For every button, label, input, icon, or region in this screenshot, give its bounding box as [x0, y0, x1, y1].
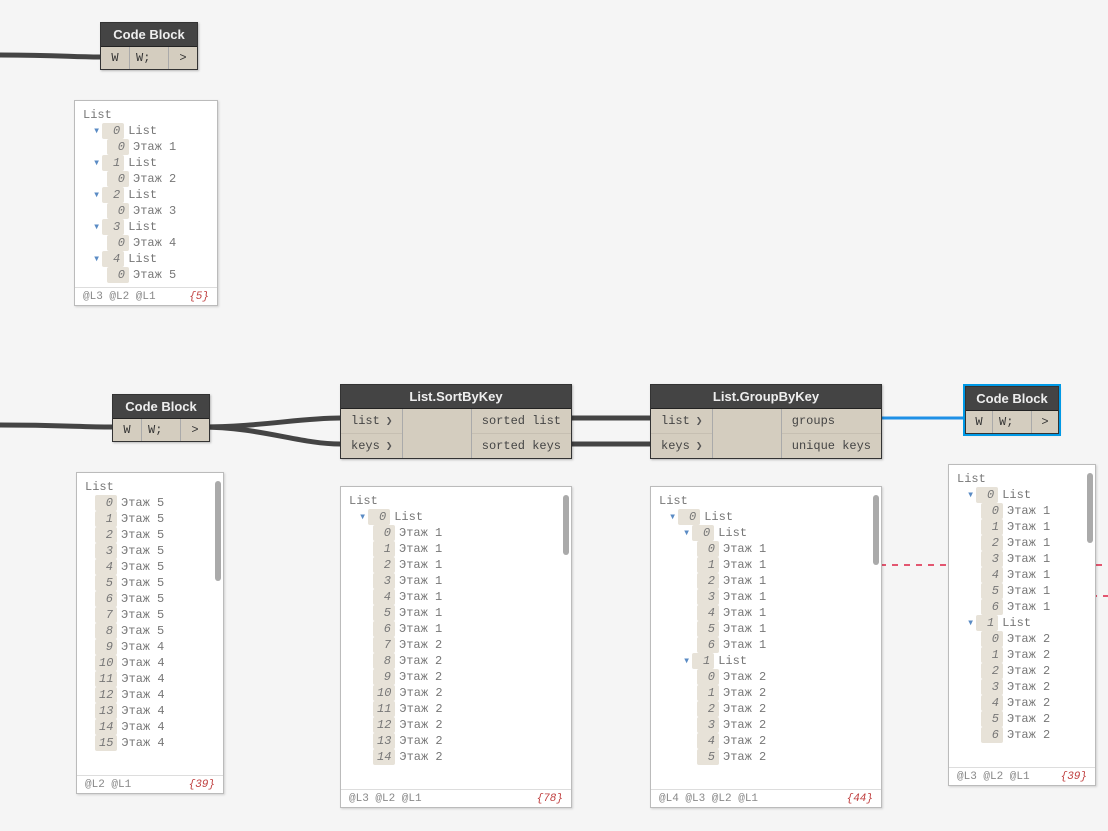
cb-input-port[interactable]: W [966, 411, 993, 433]
chevron-right-icon: ❯ [696, 439, 703, 453]
list-sortbykey-node[interactable]: List.SortByKey list ❯ keys ❯ sorted list… [340, 384, 572, 459]
input-port-list[interactable]: list ❯ [651, 409, 712, 434]
cb-input-port[interactable]: W [101, 47, 130, 69]
lacing-levels: @L3 @L2 @L1 [83, 291, 156, 303]
preview-panel-2: List 0Этаж 51Этаж 52Этаж 53Этаж 54Этаж 5… [76, 472, 224, 794]
lacing-levels: @L2 @L1 [85, 779, 131, 791]
output-port-groups[interactable]: groups [782, 409, 881, 434]
preview-panel-5: List ▾0List0Этаж 11Этаж 12Этаж 13Этаж 14… [948, 464, 1096, 786]
cb-code-text[interactable]: W; [130, 47, 169, 69]
preview-panel-4: List ▾0List ▾0List0Этаж 11Этаж 12Этаж 13… [650, 486, 882, 808]
input-port-keys[interactable]: keys ❯ [651, 434, 712, 458]
code-block-node-1[interactable]: Code Block W W; > [100, 22, 198, 70]
scrollbar-thumb[interactable] [215, 481, 221, 581]
chevron-right-icon: ❯ [696, 414, 703, 428]
lacing-levels: @L3 @L2 @L1 [957, 771, 1030, 783]
node-title: List.SortByKey [341, 385, 571, 409]
output-port-unique-keys[interactable]: unique keys [782, 434, 881, 458]
input-port-list[interactable]: list ❯ [341, 409, 402, 434]
cb-input-port[interactable]: W [113, 419, 142, 441]
lacing-levels: @L3 @L2 @L1 [349, 793, 422, 805]
item-count: {5} [189, 291, 209, 303]
node-title: Code Block [101, 23, 197, 47]
lacing-levels: @L4 @L3 @L2 @L1 [659, 793, 758, 805]
chevron-right-icon: ❯ [386, 439, 393, 453]
cb-output-port[interactable]: > [1032, 411, 1058, 433]
node-title: Code Block [966, 387, 1058, 411]
item-count: {44} [847, 793, 873, 805]
scrollbar-thumb[interactable] [873, 495, 879, 565]
cb-code-text[interactable]: W; [993, 411, 1032, 433]
preview-panel-1: List ▾0List0Этаж 1▾1List0Этаж 2▾2List0Эт… [74, 100, 218, 306]
cb-code-text[interactable]: W; [142, 419, 181, 441]
cb-output-port[interactable]: > [181, 419, 209, 441]
output-port-sorted-keys[interactable]: sorted keys [472, 434, 571, 458]
preview-panel-3: List ▾0List 0Этаж 11Этаж 12Этаж 13Этаж 1… [340, 486, 572, 808]
item-count: {78} [537, 793, 563, 805]
chevron-right-icon: ❯ [386, 414, 393, 428]
output-port-sorted-list[interactable]: sorted list [472, 409, 571, 434]
cb-output-port[interactable]: > [169, 47, 197, 69]
code-block-node-3[interactable]: Code Block W W; > [965, 386, 1059, 434]
item-count: {39} [1061, 771, 1087, 783]
node-title: List.GroupByKey [651, 385, 881, 409]
code-block-node-2[interactable]: Code Block W W; > [112, 394, 210, 442]
item-count: {39} [189, 779, 215, 791]
node-title: Code Block [113, 395, 209, 419]
scrollbar-thumb[interactable] [1087, 473, 1093, 543]
scrollbar-thumb[interactable] [563, 495, 569, 555]
input-port-keys[interactable]: keys ❯ [341, 434, 402, 458]
list-groupbykey-node[interactable]: List.GroupByKey list ❯ keys ❯ groups uni… [650, 384, 882, 459]
